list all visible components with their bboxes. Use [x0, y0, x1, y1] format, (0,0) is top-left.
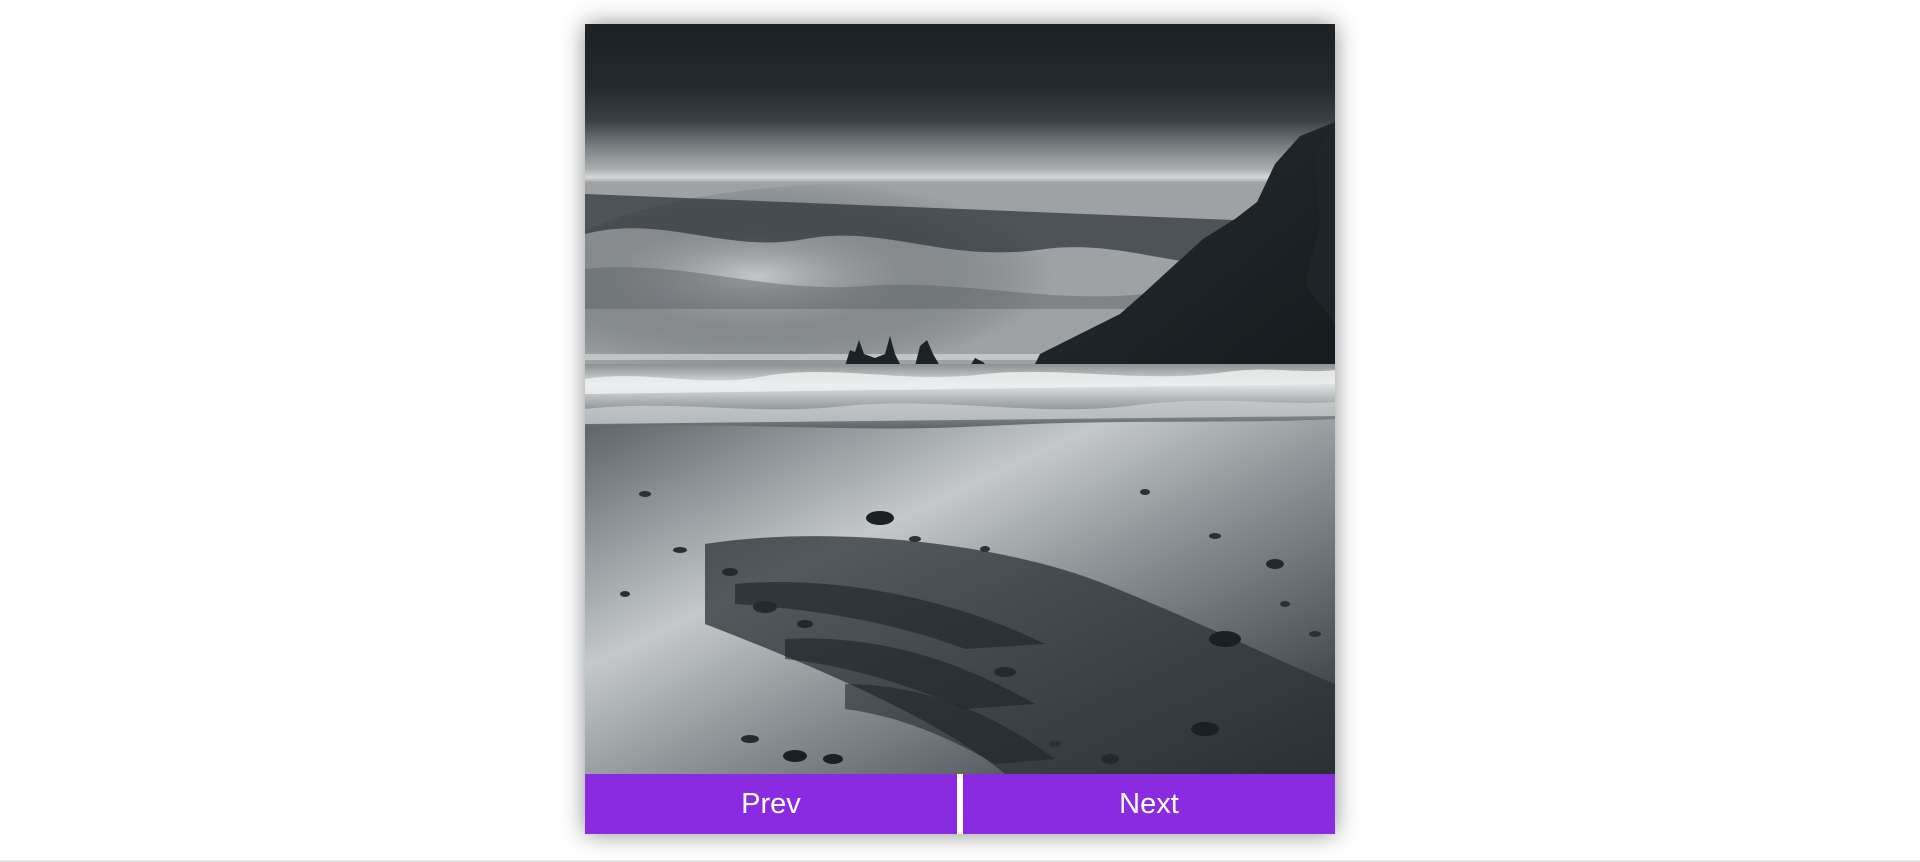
- image-slider: Prev Next: [585, 24, 1335, 834]
- next-button[interactable]: Next: [963, 774, 1335, 834]
- page: Prev Next: [0, 0, 1920, 862]
- slide-image: [585, 24, 1335, 774]
- slider-controls: Prev Next: [585, 774, 1335, 834]
- prev-button[interactable]: Prev: [585, 774, 957, 834]
